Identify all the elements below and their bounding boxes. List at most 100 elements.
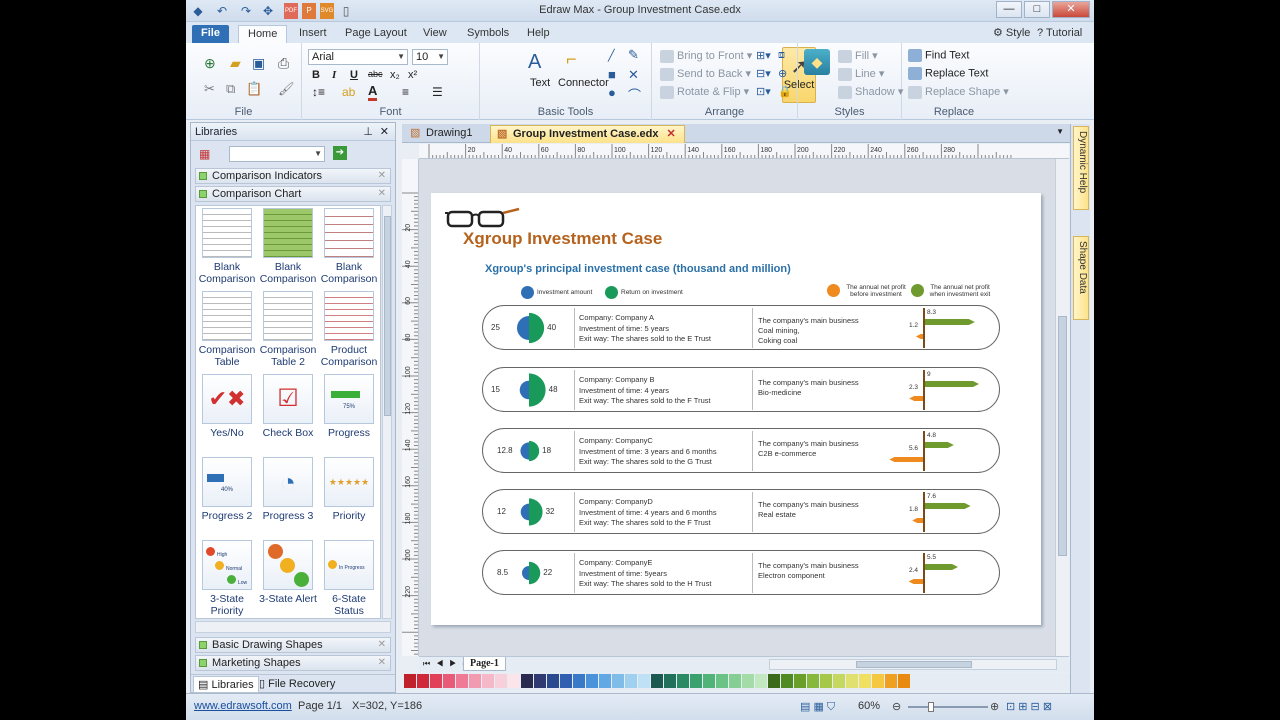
libraries-scrollbar[interactable] bbox=[382, 205, 392, 619]
close-icon[interactable]: ✕ bbox=[378, 638, 386, 652]
go-arrow-icon[interactable]: ➔ bbox=[333, 146, 347, 160]
tab-page-layout[interactable]: Page Layout bbox=[336, 25, 416, 43]
center-icon[interactable]: ⊕ bbox=[778, 67, 787, 80]
line-tool-icon[interactable]: ╱ bbox=[608, 49, 615, 62]
line-button[interactable]: Line ▾ bbox=[838, 67, 884, 81]
shape-check-box[interactable]: ☑ Check Box bbox=[257, 374, 319, 439]
doc-tab-drawing1[interactable]: ▧ Drawing1 bbox=[404, 125, 480, 143]
color-swatch[interactable] bbox=[820, 674, 832, 688]
canvas-horizontal-scrollbar[interactable] bbox=[769, 659, 1057, 670]
shape-data-tab[interactable]: Shape Data bbox=[1073, 236, 1089, 320]
color-swatch[interactable] bbox=[794, 674, 806, 688]
shape-product-comparison[interactable]: Product Comparison bbox=[318, 291, 380, 368]
strikethrough-icon[interactable]: abc bbox=[368, 69, 383, 79]
quick-styles-icon[interactable]: ◆ bbox=[804, 49, 830, 75]
color-swatch[interactable] bbox=[807, 674, 819, 688]
lock-icon[interactable]: 🔒 bbox=[778, 85, 792, 98]
shape-progress-2[interactable]: 40% Progress 2 bbox=[196, 457, 258, 522]
shape-priority[interactable]: ★★★★★ Priority bbox=[318, 457, 380, 522]
shadow-button[interactable]: Shadow ▾ bbox=[838, 85, 903, 99]
color-swatch[interactable] bbox=[742, 674, 754, 688]
color-swatch[interactable] bbox=[898, 674, 910, 688]
color-swatch[interactable] bbox=[768, 674, 780, 688]
website-link[interactable]: www.edrawsoft.com bbox=[194, 700, 292, 712]
polyline-tool-icon[interactable]: ⌒ bbox=[628, 85, 641, 104]
shape-3-state-alert[interactable]: 3-State Alert bbox=[257, 540, 319, 605]
font-size-combo[interactable]: 10 ▼ bbox=[412, 49, 448, 65]
color-swatch[interactable] bbox=[612, 674, 624, 688]
color-swatch[interactable] bbox=[625, 674, 637, 688]
color-swatch[interactable] bbox=[560, 674, 572, 688]
color-swatch[interactable] bbox=[664, 674, 676, 688]
investment-row[interactable]: 15 48 Company: Company B Investment of time… bbox=[482, 367, 1000, 412]
tab-insert[interactable]: Insert bbox=[290, 25, 336, 43]
tab-home[interactable]: Home bbox=[238, 25, 288, 43]
color-swatch[interactable] bbox=[703, 674, 715, 688]
pen-tool-icon[interactable]: ✎ bbox=[628, 47, 639, 63]
color-swatch[interactable] bbox=[716, 674, 728, 688]
superscript-icon[interactable]: x² bbox=[408, 69, 417, 81]
replace-shape-button[interactable]: Replace Shape ▾ bbox=[908, 85, 1009, 99]
color-swatch[interactable] bbox=[417, 674, 429, 688]
close-tab-icon[interactable]: ✕ bbox=[667, 128, 676, 140]
new-icon[interactable]: ⊕ bbox=[204, 55, 216, 72]
color-swatch[interactable] bbox=[599, 674, 611, 688]
dynamic-help-tab[interactable]: Dynamic Help bbox=[1073, 126, 1089, 210]
shape-6-state-status[interactable]: In Progress 6-State Status bbox=[318, 540, 380, 617]
tab-symbols[interactable]: Symbols bbox=[458, 25, 518, 43]
color-swatch[interactable] bbox=[755, 674, 767, 688]
connector-icon[interactable]: ⌐ bbox=[566, 49, 577, 70]
library-search-input[interactable]: ▼ bbox=[229, 146, 325, 162]
rotate-flip-button[interactable]: Rotate & Flip ▾ bbox=[660, 85, 749, 99]
drawing-canvas[interactable]: Xgroup Investment Case Xgroup's principa… bbox=[419, 159, 1055, 656]
fill-button[interactable]: Fill ▾ bbox=[838, 49, 878, 63]
color-swatch[interactable] bbox=[404, 674, 416, 688]
color-swatch[interactable] bbox=[456, 674, 468, 688]
color-swatch[interactable] bbox=[729, 674, 741, 688]
text-tool-icon[interactable]: A bbox=[528, 51, 541, 74]
category-comparison-chart[interactable]: Comparison Chart ✕ bbox=[195, 186, 391, 202]
highlight-icon[interactable]: ab bbox=[342, 85, 355, 99]
pin-icon[interactable]: ⊥ bbox=[363, 123, 373, 141]
scroll-thumb[interactable] bbox=[856, 661, 972, 668]
line-spacing-icon[interactable]: ↕≡ bbox=[312, 85, 325, 99]
diagram-title[interactable]: Xgroup Investment Case bbox=[463, 229, 662, 249]
color-swatch[interactable] bbox=[547, 674, 559, 688]
color-swatch[interactable] bbox=[443, 674, 455, 688]
print-icon[interactable]: ⎙ bbox=[278, 55, 289, 72]
minimize-button[interactable]: — bbox=[996, 1, 1022, 18]
tabs-dropdown-icon[interactable]: ▼ bbox=[1056, 127, 1064, 136]
paste-icon[interactable]: 📋 bbox=[246, 81, 262, 97]
investment-row[interactable]: 8.5 22 Company: CompanyE Investment of time… bbox=[482, 550, 1000, 595]
color-swatch[interactable] bbox=[586, 674, 598, 688]
color-swatch[interactable] bbox=[495, 674, 507, 688]
shape-progress-3[interactable]: ◔ Progress 3 bbox=[257, 457, 319, 522]
close-icon[interactable]: ✕ bbox=[378, 169, 386, 183]
connector-label[interactable]: Connector bbox=[558, 77, 609, 89]
text-tool-label[interactable]: Text bbox=[530, 77, 550, 89]
library-grid-icon[interactable]: ▦ bbox=[199, 147, 210, 161]
color-swatch[interactable] bbox=[885, 674, 897, 688]
category-comparison-indicators[interactable]: Comparison Indicators ✕ bbox=[195, 168, 391, 184]
color-swatch[interactable] bbox=[651, 674, 663, 688]
investment-row[interactable]: 12 32 Company: CompanyD Investment of time:… bbox=[482, 489, 1000, 534]
color-swatch[interactable] bbox=[833, 674, 845, 688]
diagram-subtitle[interactable]: Xgroup's principal investment case (thou… bbox=[485, 263, 791, 275]
shape-comparison-table-2[interactable]: Comparison Table 2 bbox=[257, 291, 319, 368]
send-to-back-button[interactable]: Send to Back ▾ bbox=[660, 67, 751, 81]
fit-page-icons[interactable]: ⊡ ⊞ ⊟ ⊠ bbox=[1006, 700, 1052, 713]
tab-file-recovery[interactable]: ▯ File Recovery bbox=[255, 677, 339, 690]
align-icon[interactable]: ≡ bbox=[402, 85, 409, 99]
color-swatch[interactable] bbox=[430, 674, 442, 688]
bullets-icon[interactable]: ☰ bbox=[432, 85, 443, 99]
shape-blank-comparison-1[interactable]: Blank Comparison bbox=[196, 208, 258, 285]
font-family-combo[interactable]: Arial ▼ bbox=[308, 49, 408, 65]
subscript-icon[interactable]: x₂ bbox=[390, 69, 400, 81]
rectangle-tool-icon[interactable]: ■ bbox=[608, 67, 616, 82]
scroll-thumb[interactable] bbox=[384, 216, 391, 416]
shape-progress[interactable]: 75% Progress bbox=[318, 374, 380, 439]
font-color-icon[interactable]: A bbox=[368, 83, 378, 101]
tab-libraries[interactable]: ▤ Libraries bbox=[193, 676, 259, 693]
color-swatch[interactable] bbox=[508, 674, 520, 688]
zoom-slider-thumb[interactable] bbox=[928, 702, 934, 712]
